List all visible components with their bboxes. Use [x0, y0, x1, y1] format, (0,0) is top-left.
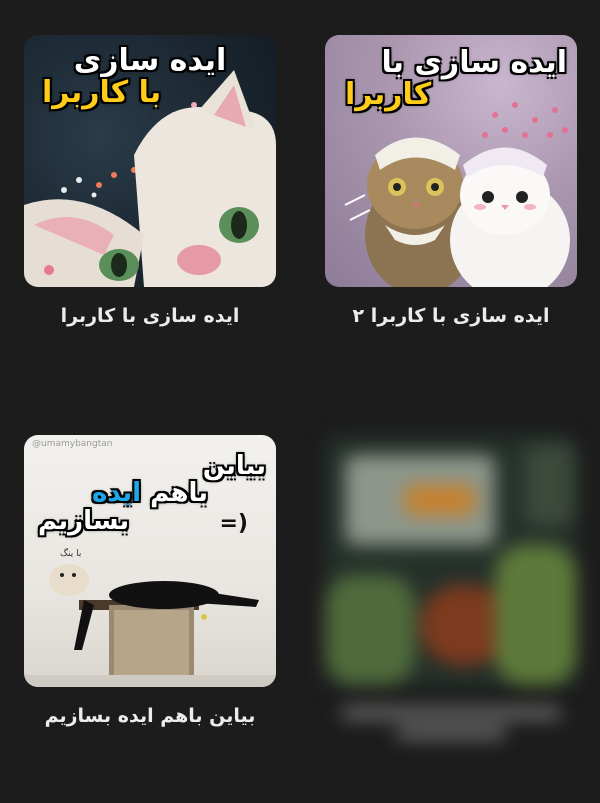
thumbnail-title-line-2-accent: کاربرا: [42, 74, 129, 110]
pack-thumbnail-3-blurred[interactable]: [325, 435, 577, 687]
blurred-shape: [405, 485, 475, 515]
pack-card-2[interactable]: ایده سازی با کاربرا ایده سازی با کاربرا: [24, 35, 276, 327]
pack-title-blurred: [325, 707, 577, 739]
pack-card-1[interactable]: ایده سازی با کاربرا ایده سازی با کاربرا …: [325, 35, 577, 327]
pack-thumbnail-2[interactable]: ایده سازی با کاربرا: [24, 35, 276, 287]
blurred-text-bar: [341, 707, 561, 719]
blurred-text-bar: [396, 727, 506, 739]
pack-title[interactable]: بیاین باهم ایده بسازیم: [24, 705, 276, 727]
thumbnail-title-line-1: ایده سازی با: [381, 45, 567, 80]
pack-title[interactable]: ایده سازی با کاربرا ۲: [325, 305, 577, 327]
pack-thumbnail-1[interactable]: ایده سازی با کاربرا: [325, 35, 577, 287]
thumbnail-title-line-2: با کاربرا: [34, 74, 266, 110]
blurred-shape: [495, 545, 577, 685]
blurred-shape: [325, 575, 415, 685]
blurred-shape: [525, 445, 575, 525]
cat-on-stand-illustration: [24, 564, 276, 687]
thumbnail-title: ایده سازی با کاربرا: [335, 47, 567, 110]
pack-card-3-loading[interactable]: [325, 435, 577, 739]
thumbnail-title-line-2-prefix: با: [138, 74, 162, 110]
pack-title[interactable]: ایده سازی با کاربرا: [24, 305, 276, 327]
pack-card-4[interactable]: @umamybangtan بیاین باهم ایده بسازیم =) …: [24, 435, 276, 727]
thumbnail-title: ایده سازی با کاربرا: [34, 45, 266, 108]
sticker-pack-grid: ایده سازی با کاربرا ایده سازی با کاربرا …: [0, 0, 600, 803]
thumbnail-title-line-2: کاربرا: [345, 76, 432, 112]
thumbnail-title-line-1: ایده سازی: [73, 43, 227, 78]
pack-thumbnail-4[interactable]: @umamybangtan بیاین باهم ایده بسازیم =) …: [24, 435, 276, 687]
